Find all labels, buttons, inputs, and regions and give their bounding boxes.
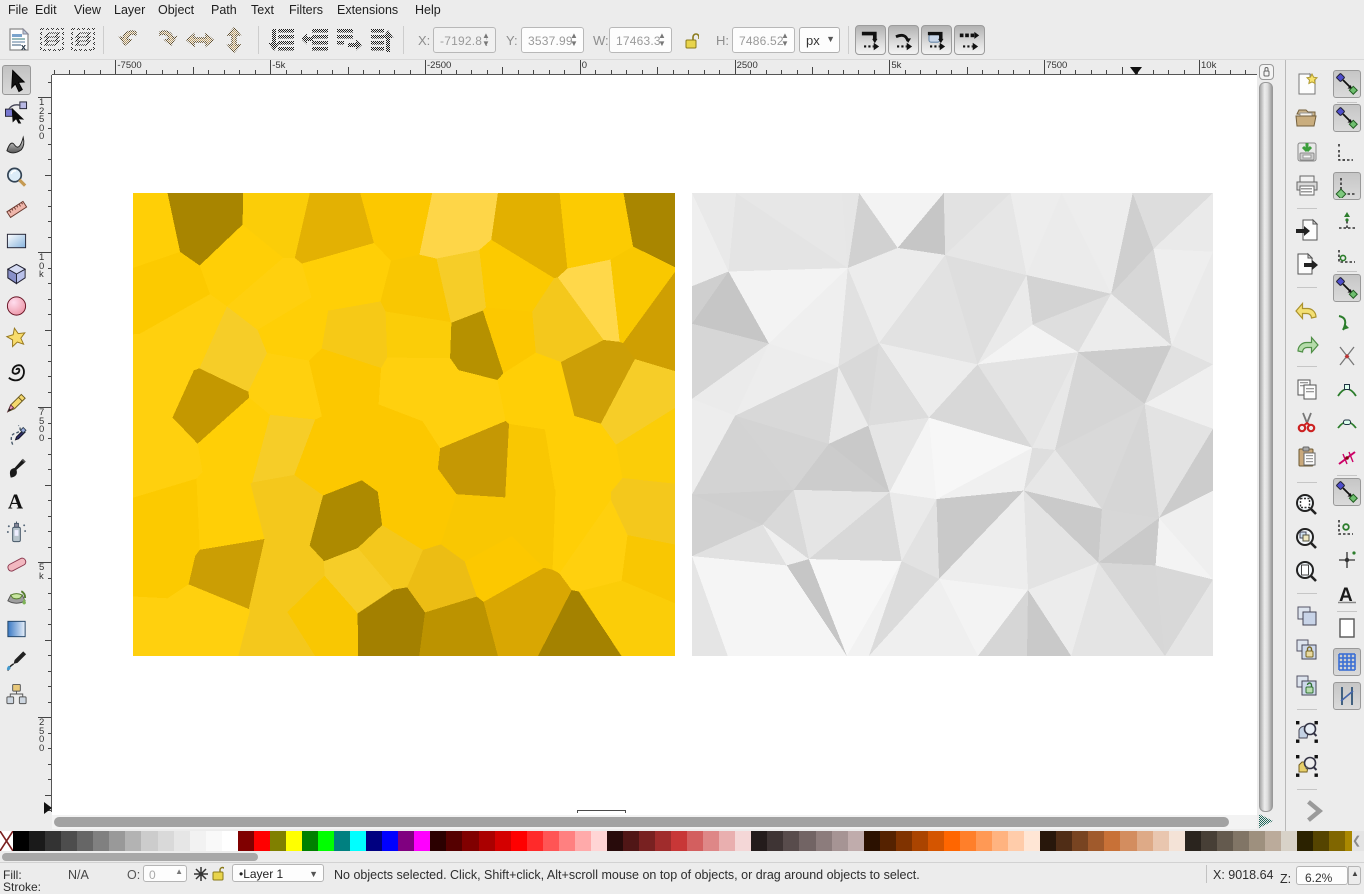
svg-text:A: A xyxy=(8,490,24,512)
svg-text:x: x xyxy=(21,42,26,52)
